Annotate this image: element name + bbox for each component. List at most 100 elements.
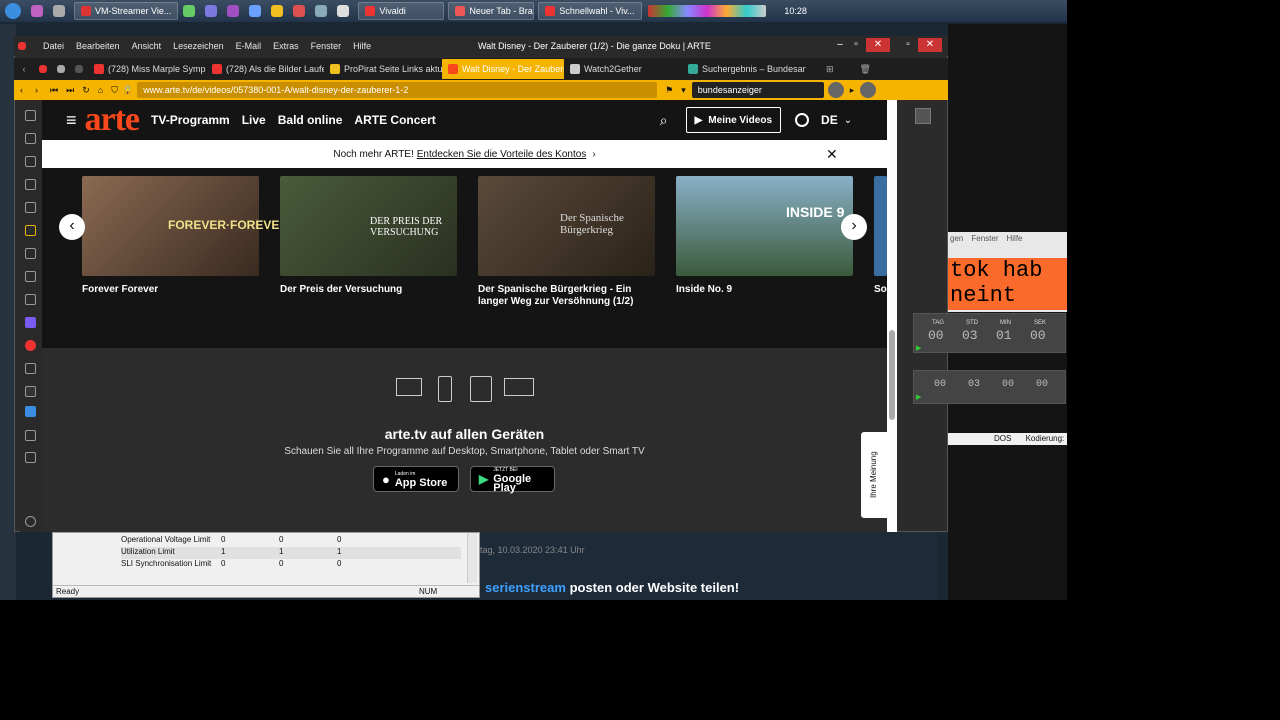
start-orb-icon[interactable] (5, 3, 21, 19)
menu-item[interactable]: E-Mail (236, 41, 262, 51)
mastodon-icon[interactable] (25, 317, 36, 328)
shield-icon[interactable]: ⛉ (111, 85, 118, 96)
app-icon[interactable] (53, 5, 65, 17)
notes-icon[interactable] (25, 156, 36, 167)
close-icon[interactable]: ✕ (918, 38, 942, 52)
window-panel-icon[interactable] (25, 202, 36, 213)
promo-link[interactable]: Entdecken Sie die Vorteile des Kontos (417, 149, 587, 160)
search-icon[interactable]: ⌕ (660, 112, 668, 129)
teaser-title[interactable]: Forever Forever (82, 284, 259, 296)
app-icon[interactable] (31, 5, 43, 17)
taskbar-task[interactable]: Schnellwahl - Viv... (538, 2, 643, 20)
vivaldi-icon[interactable] (18, 42, 26, 50)
browser-tab[interactable]: Watch2Gether (564, 59, 682, 79)
home-icon[interactable]: ⌂ (98, 85, 103, 95)
next-icon[interactable]: ▸ (850, 85, 855, 96)
web-panel-icon[interactable] (25, 406, 36, 417)
tray-icons[interactable] (648, 5, 767, 17)
teaser-title[interactable]: Inside No. 9 (676, 284, 853, 296)
app-icon[interactable] (75, 65, 83, 73)
language-selector[interactable]: DE (821, 113, 838, 127)
web-panel-icon[interactable] (25, 386, 36, 397)
trash-icon[interactable]: 🗑 (860, 64, 871, 75)
browser-tab[interactable]: (728) Als die Bilder Laufen l (206, 59, 324, 79)
new-tab-icon[interactable]: ⊞ (826, 64, 834, 75)
app-icon[interactable] (315, 5, 328, 17)
teaser-thumbnail[interactable]: FOREVER·FOREVER (82, 176, 288, 276)
teaser-title[interactable]: Sor (874, 284, 887, 296)
arte-logo[interactable]: arte (85, 103, 141, 137)
carousel-next-icon[interactable]: › (841, 214, 867, 240)
maximize-icon[interactable]: ▫ (844, 38, 868, 52)
nav-tv-programm[interactable]: TV-Programm (151, 113, 230, 127)
history-icon[interactable] (25, 179, 36, 190)
app-icon[interactable] (271, 5, 284, 17)
play-icon[interactable]: ▶ (916, 393, 921, 401)
menu-item[interactable]: Ansicht (132, 41, 162, 51)
bookmarks-icon[interactable] (25, 110, 36, 121)
taskbar-task[interactable]: Neuer Tab - Brave (448, 2, 535, 20)
fast-forward-icon[interactable]: ⏭ (66, 85, 74, 96)
menu-item[interactable]: Bearbeiten (76, 41, 120, 51)
back-icon[interactable]: ‹ (20, 85, 23, 95)
taskbar-task[interactable]: VM-Streamer Vie... (74, 2, 179, 20)
user-icon[interactable] (795, 113, 810, 127)
dropdown-icon[interactable]: ▾ (681, 85, 686, 96)
scrollbar-thumb[interactable] (889, 330, 895, 420)
browser-tab-active[interactable]: Walt Disney - Der Zauberer (442, 59, 564, 79)
teaser-thumbnail[interactable]: Der Spanische Bürgerkrieg (478, 176, 655, 276)
youtube-icon[interactable] (39, 65, 47, 73)
play-icon[interactable]: ▶ (916, 344, 921, 352)
teaser-title[interactable]: Der Spanische Bürgerkrieg - Ein langer W… (478, 284, 655, 308)
calendar-icon[interactable] (25, 271, 36, 282)
teaser-thumbnail[interactable]: INSIDE 9 (676, 176, 853, 276)
mail-icon[interactable] (25, 225, 36, 236)
wikipedia-icon[interactable] (25, 363, 36, 374)
close-icon[interactable]: ✕ (826, 146, 838, 163)
menu-item[interactable]: Extras (273, 41, 299, 51)
vivaldi-icon[interactable] (25, 340, 36, 351)
app-icon[interactable] (205, 5, 218, 17)
browser-tab[interactable]: Suchergebnis – Bundesanz (682, 59, 806, 79)
app-icon[interactable] (57, 65, 65, 73)
scrollbar[interactable] (467, 533, 477, 583)
carousel-prev-icon[interactable]: ‹ (59, 214, 85, 240)
menu-item[interactable]: Lesezeichen (173, 41, 224, 51)
maximize-icon[interactable]: ▫ (896, 38, 920, 52)
tasks-icon[interactable] (25, 294, 36, 305)
menu-item[interactable]: Fenster (971, 234, 998, 243)
url-field[interactable]: www.arte.tv/de/videos/057380-001-A/walt-… (137, 82, 658, 98)
feedback-tab[interactable]: Ihre Meinung (861, 432, 887, 518)
menu-item[interactable]: gen (950, 234, 963, 243)
close-icon[interactable] (915, 108, 931, 124)
taskbar-clock[interactable]: 10:28 (784, 6, 807, 16)
settings-icon[interactable] (25, 516, 36, 527)
page-scrollbar[interactable] (887, 100, 897, 532)
app-icon[interactable] (249, 5, 262, 17)
teaser-title[interactable]: Der Preis der Versuchung (280, 284, 457, 296)
bookmark-icon[interactable]: ⚑ (665, 85, 673, 96)
menu-item[interactable]: Fenster (311, 41, 342, 51)
menu-item[interactable]: Hilfe (353, 41, 371, 51)
app-icon[interactable] (293, 5, 306, 17)
nav-arte-concert[interactable]: ARTE Concert (354, 113, 435, 127)
translate-icon[interactable] (25, 248, 36, 259)
meine-videos-button[interactable]: ▶ Meine Videos (685, 107, 782, 133)
app-store-button[interactable]: ● Laden im App Store (373, 466, 459, 492)
nav-bald-online[interactable]: Bald online (278, 113, 343, 127)
chevron-down-icon[interactable]: ⌄ (844, 115, 852, 126)
browser-tab[interactable]: ProPirat Seite Links aktu (324, 59, 442, 79)
nav-live[interactable]: Live (242, 113, 266, 127)
close-icon[interactable]: ✕ (866, 38, 890, 52)
teaser-thumbnail[interactable] (874, 176, 887, 276)
profile-icon[interactable] (827, 82, 844, 98)
hamburger-menu-icon[interactable]: ≡ (66, 110, 77, 131)
tab-scroll-left-icon[interactable]: ‹ (14, 64, 34, 74)
web-panel-icon[interactable] (25, 430, 36, 441)
menu-item[interactable]: Datei (43, 41, 64, 51)
search-field[interactable]: bundesanzeiger (691, 82, 824, 98)
forward-icon[interactable]: › (35, 85, 38, 95)
rewind-icon[interactable]: ⏮ (50, 85, 58, 96)
app-icon[interactable] (227, 5, 240, 17)
reload-icon[interactable]: ↻ (82, 85, 90, 96)
